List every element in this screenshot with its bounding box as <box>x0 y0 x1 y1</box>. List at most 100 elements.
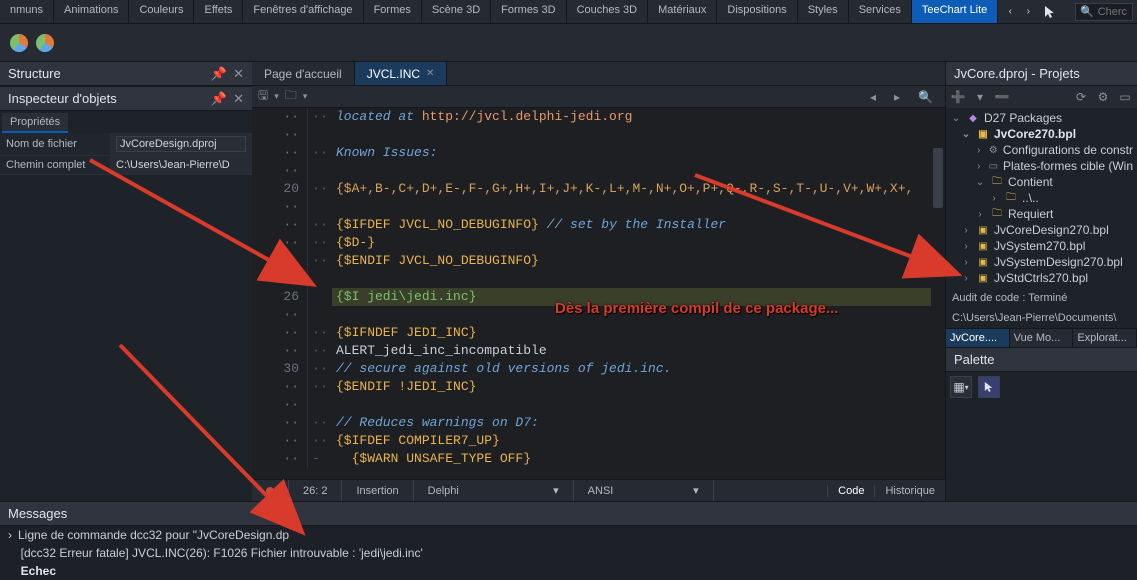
code-src[interactable] <box>332 396 945 414</box>
nav-fwd-button[interactable]: ▸ <box>888 90 906 104</box>
code-line[interactable]: ····{$D-} <box>252 234 945 252</box>
code-src[interactable]: {$ENDIF JVCL_NO_DEBUGINFO} <box>332 252 945 270</box>
editor-search-icon[interactable]: 🔍 <box>912 90 939 104</box>
pointer-tool-button[interactable] <box>1040 0 1060 23</box>
code-src[interactable]: {$A+,B-,C+,D+,E-,F-,G+,H+,I+,J+,K-,L+,M-… <box>332 180 945 198</box>
twisty-icon[interactable]: › <box>974 209 986 220</box>
project-subtab[interactable]: Vue Mo... <box>1010 329 1074 347</box>
menu-tab-couleurs[interactable]: Couleurs <box>129 0 194 23</box>
teechart-pie-icon[interactable] <box>10 34 28 52</box>
code-line[interactable]: ····{$IFNDEF JEDI_INC} <box>252 324 945 342</box>
code-line[interactable]: ·· <box>252 306 945 324</box>
tab-next-button[interactable]: › <box>1020 4 1036 20</box>
menu-tab-effets[interactable]: Effets <box>194 0 243 23</box>
code-src[interactable] <box>332 306 945 324</box>
project-tree-item[interactable]: ⌄🗀Contient <box>946 174 1137 190</box>
palette-category-button[interactable]: ▦▾ <box>950 376 972 398</box>
code-line[interactable]: ····Known Issues: <box>252 144 945 162</box>
save-icon[interactable]: 🖫 <box>258 86 268 107</box>
chevron-down-icon[interactable]: ▾ <box>972 89 988 105</box>
message-row[interactable]: ›Ligne de commande dcc32 pour "JvCoreDes… <box>0 526 1137 544</box>
project-tree-item[interactable]: ›⚙Configurations de constr <box>946 142 1137 158</box>
project-subtab[interactable]: Explorat... <box>1073 329 1137 347</box>
code-line[interactable]: 26{$I jedi\jedi.inc} <box>252 288 945 306</box>
code-src[interactable]: {$IFDEF JVCL_NO_DEBUGINFO} // set by the… <box>332 216 945 234</box>
search-box[interactable]: 🔍 <box>1075 3 1133 21</box>
code-src[interactable] <box>332 198 945 216</box>
close-icon[interactable]: ✕ <box>233 91 244 107</box>
code-src[interactable]: {$D-} <box>332 234 945 252</box>
code-src[interactable] <box>332 270 945 288</box>
code-src[interactable]: // secure against old versions of jedi.i… <box>332 360 945 378</box>
project-subtab[interactable]: JvCore.... <box>946 329 1010 347</box>
menu-tab-nmuns[interactable]: nmuns <box>0 0 54 23</box>
editor-scrollbar[interactable] <box>931 108 945 479</box>
menu-tab-animations[interactable]: Animations <box>54 0 129 23</box>
pin-icon[interactable]: 📌 <box>211 91 227 107</box>
twisty-icon[interactable]: ⌄ <box>950 113 962 124</box>
scrollbar-thumb[interactable] <box>933 148 943 208</box>
code-src[interactable]: {$I jedi\jedi.inc} <box>332 288 945 306</box>
twisty-icon[interactable]: › <box>988 193 1000 204</box>
code-line[interactable]: 30··// secure against old versions of je… <box>252 360 945 378</box>
palette-pointer-button[interactable] <box>978 376 1000 398</box>
encoding-cell[interactable]: ANSI▾ <box>574 480 714 501</box>
code-line[interactable]: ·· <box>252 396 945 414</box>
menu-tab-services[interactable]: Services <box>849 0 912 23</box>
code-line[interactable]: ····{$ENDIF JVCL_NO_DEBUGINFO} <box>252 252 945 270</box>
sync-icon[interactable]: ⟳ <box>1073 89 1089 105</box>
editor-tab[interactable]: JVCL.INC✕ <box>355 62 448 85</box>
twisty-icon[interactable]: ⌄ <box>974 177 986 188</box>
message-row[interactable]: Echec <box>0 562 1137 580</box>
pin-icon[interactable]: 📌 <box>211 66 227 82</box>
menu-tab-dispositions[interactable]: Dispositions <box>717 0 797 23</box>
close-icon[interactable]: ✕ <box>233 66 244 82</box>
project-tree-item[interactable]: ⌄▣JvCore270.bpl <box>946 126 1137 142</box>
tab-prev-button[interactable]: ‹ <box>1002 4 1018 20</box>
code-src[interactable] <box>332 162 945 180</box>
code-src[interactable]: {$IFDEF COMPILER7_UP} <box>332 432 945 450</box>
twisty-icon[interactable]: › <box>960 257 972 268</box>
nav-back-button[interactable]: ◂ <box>864 90 882 104</box>
project-tree-item[interactable]: ›▣JvSystemDesign270.bpl <box>946 254 1137 270</box>
code-line[interactable]: ····{$IFDEF JVCL_NO_DEBUGINFO} // set by… <box>252 216 945 234</box>
twisty-icon[interactable]: ⌄ <box>960 129 972 140</box>
code-line[interactable]: 20··{$A+,B-,C+,D+,E-,F-,G+,H+,I+,J+,K-,L… <box>252 180 945 198</box>
twisty-icon[interactable]: › <box>974 145 984 156</box>
twisty-icon[interactable]: › <box>960 225 972 236</box>
code-src[interactable]: ALERT_jedi_inc_incompatible <box>332 342 945 360</box>
code-editor[interactable]: ····located at http://jvcl.delphi-jedi.o… <box>252 108 945 479</box>
menu-tab-mat-riaux[interactable]: Matériaux <box>648 0 717 23</box>
menu-tab-styles[interactable]: Styles <box>798 0 849 23</box>
project-tree[interactable]: ⌄◆D27 Packages⌄▣JvCore270.bpl›⚙Configura… <box>946 108 1137 288</box>
tab-properties[interactable]: Propriétés <box>2 113 68 133</box>
code-src[interactable]: {$IFNDEF JEDI_INC} <box>332 324 945 342</box>
message-row[interactable]: [dcc32 Erreur fatale] JVCL.INC(26): F102… <box>0 544 1137 562</box>
view-tab-code[interactable]: Code <box>827 485 874 497</box>
code-line[interactable]: ····{$IFDEF COMPILER7_UP} <box>252 432 945 450</box>
expand-icon[interactable]: › <box>8 528 12 542</box>
remove-icon[interactable]: ➖ <box>994 89 1010 105</box>
options-icon[interactable]: ⚙ <box>1095 89 1111 105</box>
add-icon[interactable]: ➕ <box>950 89 966 105</box>
teechart-pie3d-icon[interactable] <box>36 34 54 52</box>
menu-tab-teechart-lite[interactable]: TeeChart Lite <box>912 0 998 23</box>
search-input[interactable] <box>1098 6 1128 18</box>
twisty-icon[interactable]: › <box>960 273 972 284</box>
project-tree-item[interactable]: ›▣JvSystem270.bpl <box>946 238 1137 254</box>
menu-tab-couches-3d[interactable]: Couches 3D <box>567 0 649 23</box>
menu-tab-formes-3d[interactable]: Formes 3D <box>491 0 566 23</box>
code-line[interactable]: ····{$ENDIF !JEDI_INC} <box>252 378 945 396</box>
project-tree-item[interactable]: ›▣JvStdCtrls270.bpl <box>946 270 1137 286</box>
lang-cell[interactable]: Delphi▾ <box>414 480 574 501</box>
code-line[interactable]: ····// Reduces warnings on D7: <box>252 414 945 432</box>
code-line[interactable]: ····located at http://jvcl.delphi-jedi.o… <box>252 108 945 126</box>
code-src[interactable]: Known Issues: <box>332 144 945 162</box>
project-tree-item[interactable]: ›🗀..\.. <box>946 190 1137 206</box>
view-tab-history[interactable]: Historique <box>874 485 945 497</box>
code-line[interactable]: ····ALERT_jedi_inc_incompatible <box>252 342 945 360</box>
code-line[interactable]: ·· <box>252 270 945 288</box>
insert-mode[interactable]: Insertion <box>342 480 413 501</box>
chevron-down-icon[interactable]: ▾ <box>303 91 308 102</box>
project-tree-item[interactable]: ›🗀Requiert <box>946 206 1137 222</box>
